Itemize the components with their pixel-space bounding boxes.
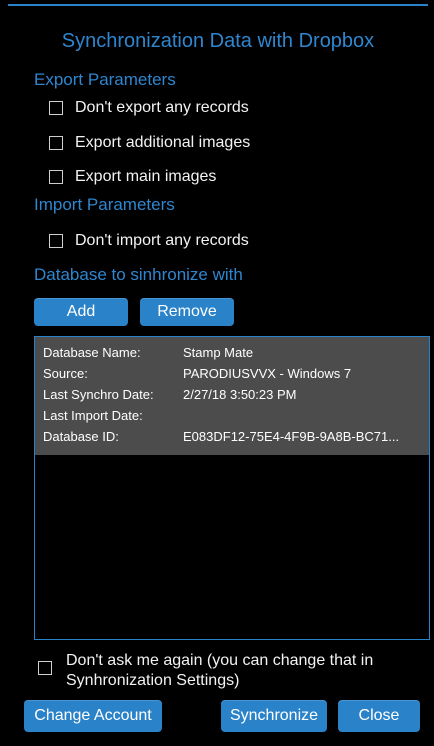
field-value: 2/27/18 3:50:23 PM [183, 387, 297, 402]
database-heading: Database to sinhronize with [34, 265, 243, 284]
checkbox-label: Don't export any records [75, 99, 249, 116]
sync-dialog: Synchronization Data with Dropbox Export… [8, 4, 430, 744]
synchronize-button[interactable]: Synchronize [221, 700, 327, 732]
field-value: Stamp Mate [183, 345, 254, 360]
dialog-title: Synchronization Data with Dropbox [61, 30, 375, 52]
field-label: Last Import Date: [43, 408, 143, 423]
dont-import-records-checkbox[interactable]: Don't import any records [49, 232, 249, 250]
export-parameters-heading: Export Parameters [34, 70, 176, 89]
field-label: Source: [43, 366, 88, 381]
import-parameters-heading: Import Parameters [34, 195, 175, 214]
checkbox-label: Export main images [75, 168, 217, 185]
remove-button[interactable]: Remove [140, 298, 234, 326]
export-additional-images-checkbox[interactable]: Export additional images [49, 134, 250, 152]
field-value [183, 408, 423, 423]
database-list[interactable]: Database Name: Stamp Mate Source: PARODI… [34, 336, 430, 640]
record-row-database-id: Database ID: E083DF12-75E4-4F9B-9A8B-BC7… [43, 429, 423, 444]
add-button[interactable]: Add [34, 298, 128, 326]
checkbox-box[interactable] [49, 170, 63, 184]
field-label: Database Name: [43, 345, 141, 360]
record-row-last-sync: Last Synchro Date: 2/27/18 3:50:23 PM [43, 387, 423, 402]
field-label: Database ID: [43, 429, 119, 444]
checkbox-label: Export additional images [75, 134, 251, 151]
field-value: PARODIUSVVX - Windows 7 [183, 366, 352, 381]
checkbox-label: Don't ask me again (you can change that … [66, 652, 374, 689]
close-button[interactable]: Close [338, 700, 420, 732]
dont-export-records-checkbox[interactable]: Don't export any records [49, 99, 249, 117]
checkbox-box[interactable] [38, 661, 52, 675]
record-row-last-import: Last Import Date: [43, 408, 423, 423]
record-row-name: Database Name: Stamp Mate [43, 345, 423, 360]
checkbox-box[interactable] [49, 101, 63, 115]
record-row-source: Source: PARODIUSVVX - Windows 7 [43, 366, 423, 381]
change-account-button[interactable]: Change Account [24, 700, 162, 732]
checkbox-box[interactable] [49, 234, 63, 248]
database-record[interactable]: Database Name: Stamp Mate Source: PARODI… [35, 337, 429, 455]
export-main-images-checkbox[interactable]: Export main images [49, 168, 216, 186]
checkbox-label: Don't import any records [75, 232, 249, 249]
dont-ask-again-checkbox[interactable]: Don't ask me again (you can change that … [38, 651, 406, 691]
checkbox-box[interactable] [49, 136, 63, 150]
field-value: E083DF12-75E4-4F9B-9A8B-BC71... [183, 429, 400, 444]
field-label: Last Synchro Date: [43, 387, 154, 402]
